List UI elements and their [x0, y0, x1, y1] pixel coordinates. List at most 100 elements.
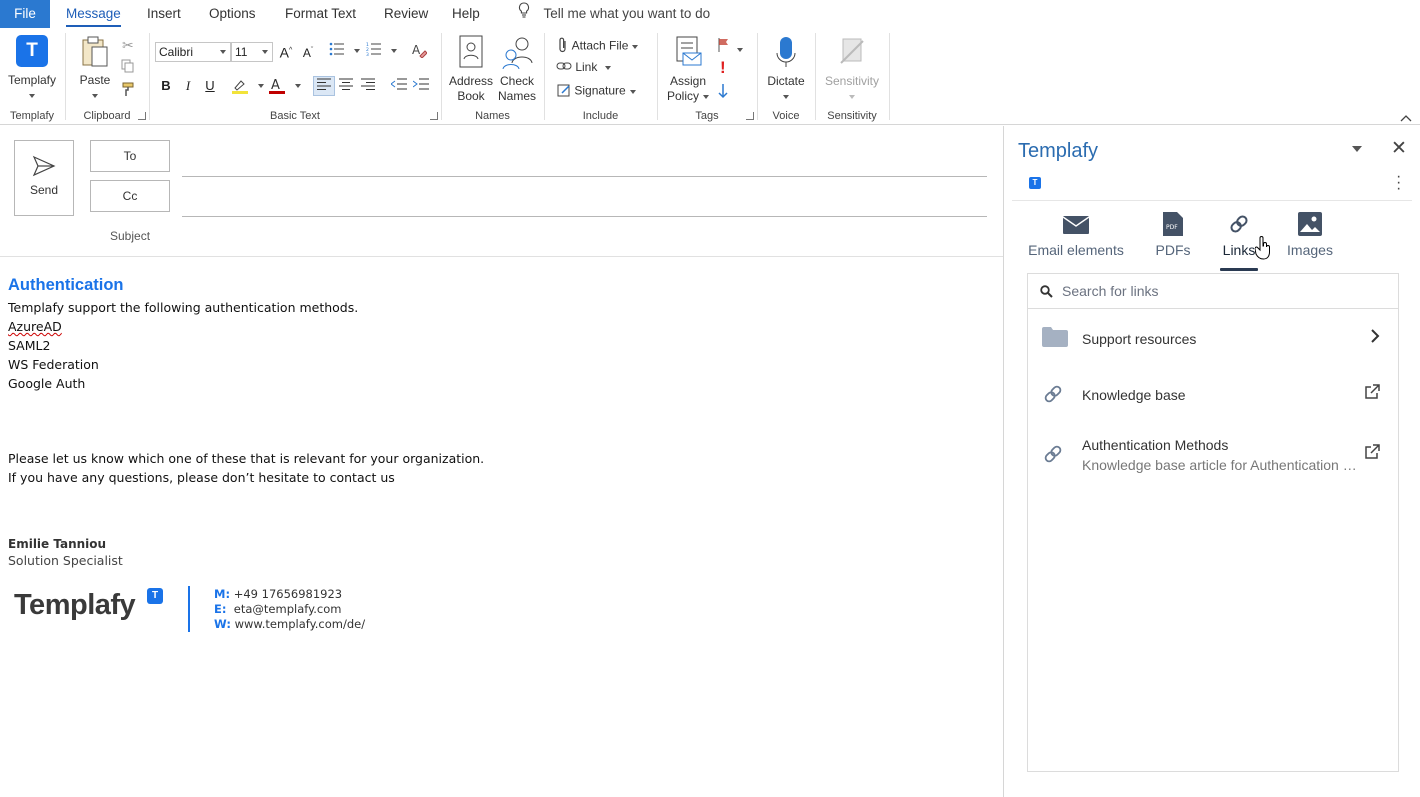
tab-review[interactable]: Review	[384, 0, 428, 28]
address-book-button[interactable]: Address Book	[448, 35, 494, 104]
tell-me-search[interactable]: Tell me what you want to do	[518, 0, 710, 28]
method-item: WS Federation	[8, 357, 99, 372]
bullets-icon[interactable]	[328, 42, 346, 60]
group-voice: Dictate Voice	[758, 32, 814, 122]
paperclip-icon	[557, 37, 569, 56]
grow-font-icon[interactable]: A^	[277, 42, 295, 61]
attach-file-label: Attach File	[571, 38, 629, 53]
list-item-title: Knowledge base	[1082, 387, 1186, 403]
chevron-down-icon	[629, 89, 636, 94]
to-button[interactable]: To	[90, 140, 170, 172]
tab-links[interactable]: Links	[1220, 212, 1258, 271]
check-names-icon	[502, 37, 533, 69]
increase-indent-icon[interactable]	[412, 77, 430, 95]
link-icon	[556, 60, 572, 75]
signature-icon	[557, 83, 571, 100]
address-book-label-1: Address	[448, 74, 494, 88]
signature-button[interactable]: Signature	[557, 83, 636, 100]
search-bar	[1028, 274, 1398, 309]
attach-file-button[interactable]: Attach File	[557, 37, 639, 56]
external-link-icon[interactable]	[1364, 384, 1380, 403]
follow-up-flag-icon[interactable]	[717, 37, 743, 56]
list-item[interactable]: Support resources	[1028, 310, 1398, 366]
tab-help[interactable]: Help	[452, 0, 480, 28]
group-basic-text: Calibri 11 A^ Aˇ 123 A B I U A Basic Tex…	[150, 32, 440, 122]
chevron-down-icon[interactable]	[295, 84, 301, 88]
email-value[interactable]: eta@templafy.com	[234, 602, 342, 616]
hand-cursor-icon	[1254, 236, 1271, 263]
list-item[interactable]: Authentication Methods Knowledge base ar…	[1028, 422, 1398, 482]
group-sensitivity: Sensitivity Sensitivity	[816, 32, 888, 122]
dialog-launcher-icon[interactable]	[430, 112, 438, 120]
align-right-icon[interactable]	[359, 77, 377, 95]
numbering-icon[interactable]: 123	[365, 42, 383, 60]
tell-me-label: Tell me what you want to do	[543, 6, 711, 21]
underline-button[interactable]: U	[201, 77, 219, 95]
tab-format-text[interactable]: Format Text	[285, 0, 356, 28]
align-left-icon[interactable]	[313, 76, 335, 96]
assign-policy-button[interactable]: Assign Policy	[662, 35, 714, 104]
tab-message[interactable]: Message	[66, 0, 121, 28]
collapse-ribbon-icon[interactable]	[1400, 111, 1412, 125]
mobile-label: M:	[214, 587, 231, 601]
send-button[interactable]: Send	[14, 140, 74, 216]
tab-insert[interactable]: Insert	[147, 0, 181, 28]
address-book-icon	[459, 35, 483, 68]
to-field[interactable]	[182, 176, 987, 177]
cut-icon[interactable]: ✂	[122, 37, 134, 54]
cc-field[interactable]	[182, 216, 987, 217]
link-icon	[1042, 443, 1064, 468]
clear-formatting-icon[interactable]: A	[410, 42, 428, 60]
format-painter-icon[interactable]	[121, 81, 137, 100]
dialog-launcher-icon[interactable]	[138, 112, 146, 120]
group-include: Attach File Link Signature Include	[545, 32, 656, 122]
font-name-value: Calibri	[159, 45, 194, 59]
email-paragraph: Please let us know which one of these th…	[8, 451, 485, 466]
sensitivity-button[interactable]: Sensitivity	[820, 35, 884, 104]
font-size-select[interactable]: 11	[231, 42, 273, 62]
shrink-font-icon[interactable]: Aˇ	[299, 42, 317, 60]
links-panel: Support resources Knowledge base Authent…	[1027, 273, 1399, 772]
link-button[interactable]: Link	[556, 60, 612, 75]
highlight-icon[interactable]	[231, 77, 249, 95]
more-options-icon[interactable]: · · ·	[1396, 169, 1401, 197]
tab-images-label: Images	[1287, 242, 1333, 258]
templafy-button[interactable]: T Templafy	[4, 35, 60, 103]
font-name-select[interactable]: Calibri	[155, 42, 231, 62]
external-link-icon[interactable]	[1364, 444, 1380, 463]
paste-button[interactable]: Paste	[72, 35, 118, 103]
decrease-indent-icon[interactable]	[390, 77, 408, 95]
high-importance-icon[interactable]: !	[720, 58, 726, 78]
tab-pdfs[interactable]: PDF PDFs	[1151, 212, 1195, 258]
tab-options[interactable]: Options	[209, 0, 256, 28]
low-importance-icon[interactable]	[718, 83, 728, 102]
group-templafy: T Templafy Templafy	[0, 32, 64, 122]
group-clipboard: Paste ✂ Clipboard	[66, 32, 148, 122]
chevron-down-icon[interactable]	[391, 49, 397, 53]
tab-email-elements[interactable]: Email elements	[1027, 212, 1125, 258]
tab-file[interactable]: File	[0, 0, 50, 28]
italic-button[interactable]: I	[179, 77, 197, 95]
paste-label: Paste	[79, 73, 111, 87]
list-item[interactable]: Knowledge base	[1028, 366, 1398, 422]
dictate-button[interactable]: Dictate	[762, 35, 810, 104]
svg-text:PDF: PDF	[1166, 224, 1178, 231]
dialog-launcher-icon[interactable]	[746, 112, 754, 120]
tab-images[interactable]: Images	[1284, 212, 1336, 258]
method-item: SAML2	[8, 338, 51, 353]
chevron-down-icon	[703, 94, 709, 99]
search-input[interactable]	[1062, 281, 1382, 301]
font-color-icon[interactable]: A	[268, 77, 286, 95]
cc-button[interactable]: Cc	[90, 180, 170, 212]
check-names-button[interactable]: Check Names	[494, 35, 540, 104]
bold-button[interactable]: B	[157, 77, 175, 95]
web-value[interactable]: www.templafy.com/de/	[235, 617, 366, 631]
copy-icon[interactable]	[121, 59, 135, 76]
close-icon[interactable]: ✕	[1391, 137, 1407, 160]
folder-icon	[1042, 327, 1068, 350]
align-center-icon[interactable]	[337, 77, 355, 95]
pane-options-icon[interactable]	[1352, 146, 1362, 152]
chevron-down-icon[interactable]	[258, 84, 264, 88]
chevron-down-icon[interactable]	[354, 49, 360, 53]
signature-web: W: www.templafy.com/de/	[214, 617, 365, 632]
